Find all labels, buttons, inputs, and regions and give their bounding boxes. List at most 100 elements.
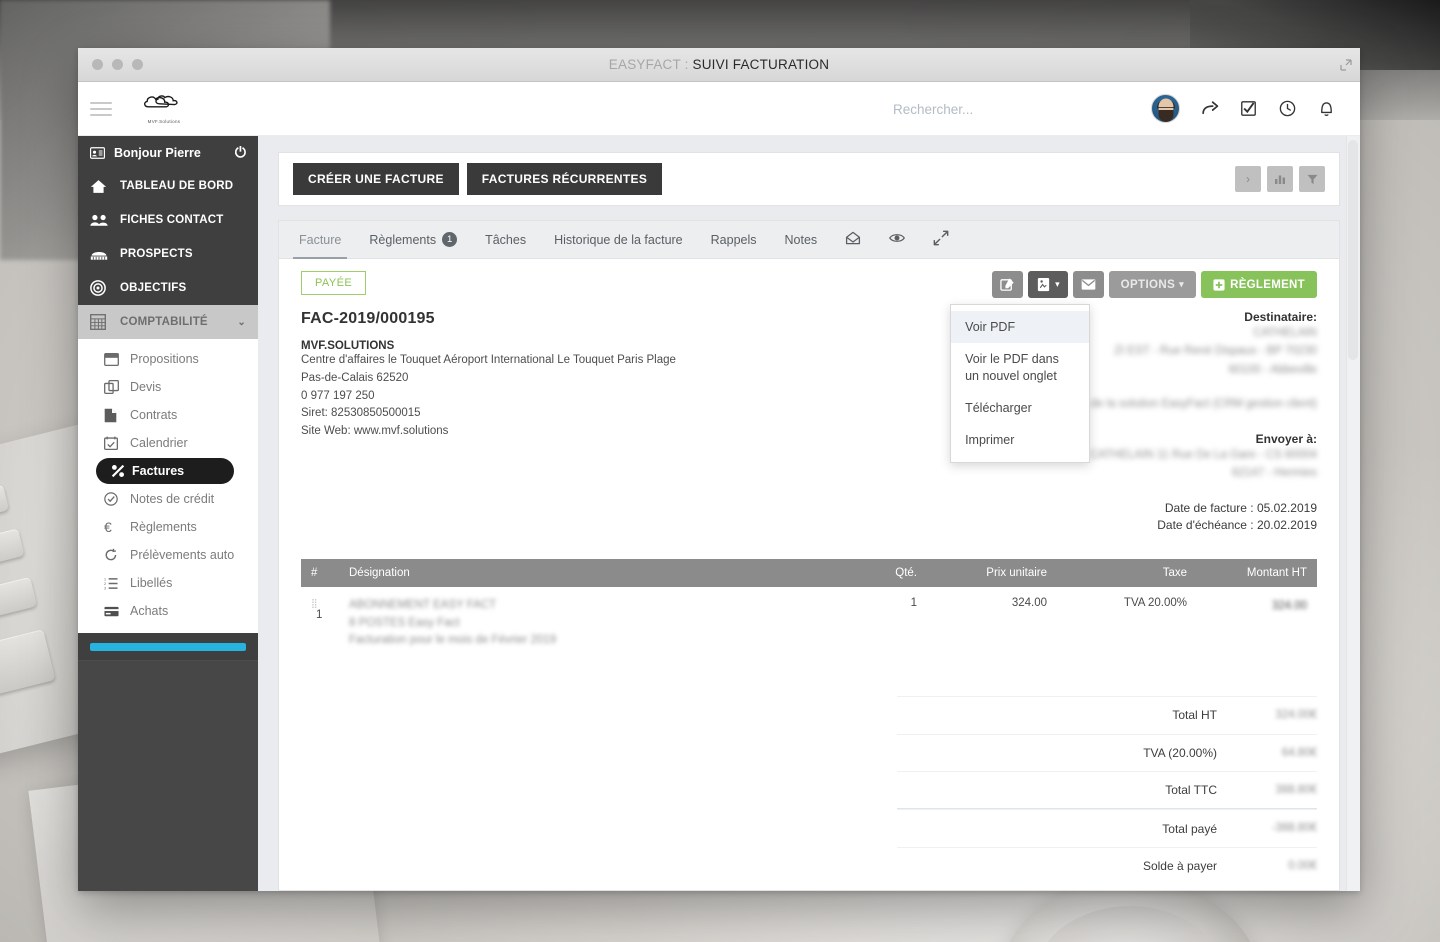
app-window: EASYFACT : SUIVI FACTURATION MVF.Solutio… [78, 48, 1360, 891]
edit-invoice-button[interactable] [992, 271, 1024, 298]
sidebar-item-achats[interactable]: Achats [78, 597, 258, 625]
send-to-line: CATHELAIN 11 Rue De La Gare - CS 60004 [1089, 448, 1317, 461]
menu-item-telecharger[interactable]: Télécharger [951, 392, 1089, 424]
sidebar-sub-label: Notes de crédit [130, 492, 215, 506]
hamburger-menu-icon[interactable] [90, 101, 112, 116]
progress-fill [90, 643, 246, 651]
share-icon[interactable] [1199, 99, 1219, 119]
tab-label: Règlements [369, 232, 437, 247]
sidebar-item-propositions[interactable]: Propositions [78, 345, 258, 373]
invoice-recipient: Destinataire: CATHELAIN ZI EST - Rue Ren… [1081, 310, 1317, 533]
sidebar-item-devis[interactable]: Devis [78, 373, 258, 401]
inbox-icon [104, 352, 130, 366]
svg-text:2: 2 [104, 581, 106, 585]
avatar[interactable] [1151, 94, 1180, 123]
row-amount-ht: 324.00 [1271, 599, 1307, 612]
tab-historique[interactable]: Historique de la facture [540, 221, 697, 258]
sidebar-item-fiches-contact[interactable]: FICHES CONTACT [78, 203, 258, 237]
date-due-value: 20.02.2019 [1256, 517, 1317, 532]
total-row-tva: TVA (20.00%) 64.80€ [897, 733, 1317, 771]
chevron-right-icon[interactable]: › [1235, 166, 1261, 192]
tab-taches[interactable]: Tâches [471, 221, 540, 258]
recipient-note: n de la solution EasyFact (CRM gestion c… [1081, 398, 1317, 411]
drag-handle-icon[interactable]: ⣿ [311, 598, 319, 608]
eye-icon [889, 230, 906, 249]
sidebar-sub-label: Libellés [130, 576, 173, 590]
payment-button[interactable]: RÈGLEMENT [1201, 271, 1317, 298]
chevron-down-icon: ⌄ [237, 316, 246, 328]
recurring-invoices-button[interactable]: FACTURES RÉCURRENTES [466, 163, 663, 195]
resize-handle-icon[interactable] [1340, 58, 1352, 71]
expand-icon [933, 230, 949, 249]
check-circle-icon [104, 492, 130, 506]
sidebar-item-comptabilite[interactable]: COMPTABILITÉ ⌄ [78, 305, 258, 339]
invoice-tabs: Facture Règlements 1 Tâches Historique d… [279, 221, 1339, 259]
sidebar-item-reglements[interactable]: € Règlements [78, 513, 258, 541]
sidebar-item-prospects[interactable]: PROSPECTS [78, 237, 258, 271]
sidebar-main-nav: TABLEAU DE BORD FICHES CONTACT PROSPECTS [78, 169, 258, 339]
invoice-status-row: PAYÉE ▾ OPTIONS ▾ RÈGLEMENT Voir PDF Voi… [301, 271, 1317, 464]
invoice-dates: Date de facture : 05.02.2019 Date d'éché… [1081, 500, 1317, 532]
designation-line: 8 POSTES Easy Fact [349, 616, 460, 629]
tab-rappels[interactable]: Rappels [697, 221, 771, 258]
pdf-dropdown-button[interactable]: ▾ [1028, 271, 1068, 298]
col-qty: Qté. [837, 558, 927, 587]
sidebar-item-contrats[interactable]: Contrats [78, 401, 258, 429]
sidebar-item-factures[interactable]: Factures [96, 458, 234, 484]
total-row-paid: Total payé -388.80€ [897, 809, 1317, 846]
issuer-phone: 0 977 197 250 [301, 389, 375, 402]
sidebar-item-prelevements-auto[interactable]: Prélèvements auto [78, 541, 258, 569]
total-label: Total TTC [1165, 783, 1217, 798]
tab-facture[interactable]: Facture [285, 221, 356, 259]
clock-icon[interactable] [1277, 99, 1297, 119]
app-body: Bonjour Pierre ⏻ TABLEAU DE BORD FICHES … [78, 136, 1360, 891]
tab-expand[interactable] [919, 221, 963, 258]
tab-envelope[interactable] [831, 221, 875, 258]
action-toolbar: CRÉER UNE FACTURE FACTURES RÉCURRENTES › [278, 152, 1340, 206]
search-placeholder: Rechercher... [893, 101, 974, 117]
target-icon [90, 280, 112, 296]
tab-notes[interactable]: Notes [771, 221, 832, 258]
recipient-address-line: 60100 - Abbeville [1228, 363, 1317, 376]
col-unit-price: Prix unitaire [927, 558, 1057, 587]
filter-icon[interactable] [1299, 166, 1325, 192]
sidebar-sub-label: Factures [132, 464, 185, 478]
envelope-open-icon [845, 230, 861, 249]
search-input[interactable]: Rechercher... [893, 82, 973, 136]
sidebar-sub-nav: Propositions Devis Contrats Calendrier F… [78, 339, 258, 633]
task-check-icon[interactable] [1238, 99, 1258, 119]
page-scrollbar[interactable] [1346, 136, 1360, 891]
tab-preview[interactable] [875, 221, 919, 258]
options-button[interactable]: OPTIONS ▾ [1108, 271, 1197, 298]
sidebar-item-notes-de-credit[interactable]: Notes de crédit [78, 485, 258, 513]
menu-item-voir-pdf-nouvel-onglet[interactable]: Voir le PDF dans un nouvel onglet [951, 343, 1089, 392]
calendar-icon [104, 436, 130, 450]
date-invoice-label: Date de facture : [1164, 501, 1254, 516]
percent-icon [104, 464, 132, 478]
sidebar-item-tableau-de-bord[interactable]: TABLEAU DE BORD [78, 169, 258, 203]
total-value: 0.00€ [1288, 859, 1317, 872]
menu-item-imprimer[interactable]: Imprimer [951, 424, 1089, 456]
tab-badge: 1 [442, 232, 458, 247]
create-invoice-button[interactable]: CRÉER UNE FACTURE [293, 163, 459, 195]
table-row[interactable]: ⣿ 1 ABONNEMENT EASY FACT 8 POSTES Easy F… [301, 587, 1317, 660]
send-to-line: 62147 - Hermies [1231, 466, 1317, 479]
sidebar-label: OBJECTIFS [120, 282, 187, 294]
file-icon [104, 408, 130, 423]
header-icon-group [1151, 94, 1336, 123]
app-header: MVF.Solutions Rechercher... [78, 82, 1360, 136]
bell-icon[interactable] [1316, 99, 1336, 119]
tab-reglements[interactable]: Règlements 1 [355, 221, 471, 258]
logout-power-icon[interactable]: ⏻ [235, 144, 246, 161]
scrollbar-thumb[interactable] [1348, 140, 1358, 360]
menu-item-voir-pdf[interactable]: Voir PDF [951, 311, 1090, 344]
sidebar: Bonjour Pierre ⏻ TABLEAU DE BORD FICHES … [78, 136, 258, 891]
col-amount-ht: Montant HT [1197, 558, 1317, 587]
logo-text: MVF.Solutions [147, 119, 181, 124]
bar-chart-icon[interactable] [1267, 166, 1293, 192]
sidebar-item-calendrier[interactable]: Calendrier [78, 429, 258, 457]
send-mail-button[interactable] [1072, 271, 1104, 298]
sidebar-item-libelles[interactable]: 123 Libellés [78, 569, 258, 597]
sidebar-item-objectifs[interactable]: OBJECTIFS [78, 271, 258, 305]
app-logo[interactable]: MVF.Solutions [138, 93, 190, 124]
